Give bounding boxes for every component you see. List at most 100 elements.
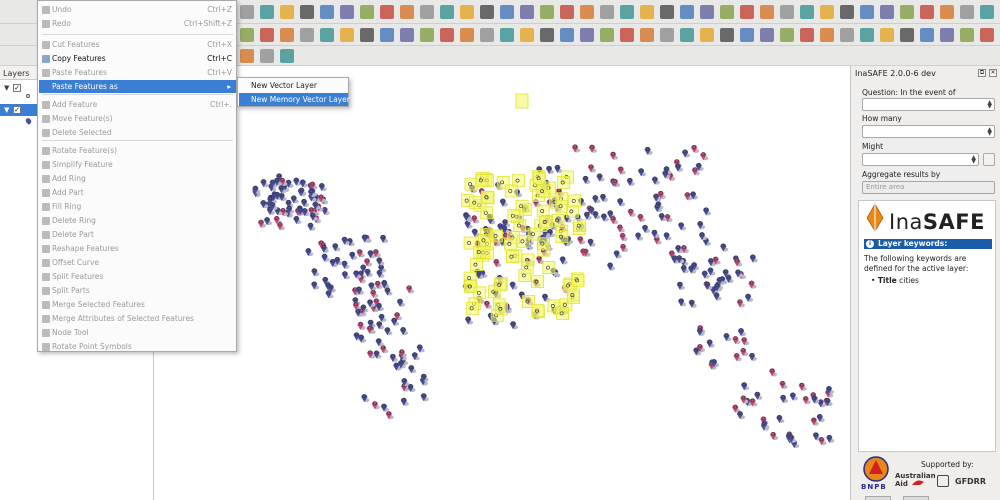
toolbar-tool-icon[interactable] (940, 28, 954, 42)
submenu-item-new-memory-vector-layer[interactable]: New Memory Vector Layer (239, 93, 350, 106)
toolbar-tool-icon[interactable] (620, 28, 634, 42)
toolbar-tool-icon[interactable] (980, 5, 994, 19)
menu-item-simplify-feature[interactable]: Simplify Feature (39, 158, 236, 171)
toolbar-tool-icon[interactable] (920, 5, 934, 19)
toolbar-tool-icon[interactable] (660, 28, 674, 42)
menu-item-move-feature-s[interactable]: Move Feature(s) (39, 112, 236, 125)
toolbar-tool-icon[interactable] (360, 28, 374, 42)
toolbar-tool-icon[interactable] (300, 5, 314, 19)
menu-item-delete-part[interactable]: Delete Part (39, 228, 236, 241)
toolbar-tool-icon[interactable] (960, 5, 974, 19)
expand-arrow-icon[interactable]: ▼ (4, 84, 9, 92)
close-dock-icon[interactable]: ✕ (989, 69, 997, 77)
toolbar-tool-icon[interactable] (900, 5, 914, 19)
toolbar-tool-icon[interactable] (600, 5, 614, 19)
toolbar-tool-icon[interactable] (500, 5, 514, 19)
toolbar-tool-icon[interactable] (560, 28, 574, 42)
hazard-combo[interactable]: ▲ ▼ (862, 98, 995, 111)
toolbar-tool-icon[interactable] (260, 5, 274, 19)
toolbar-tool-icon[interactable] (880, 28, 894, 42)
toolbar-tool-icon[interactable] (640, 28, 654, 42)
toolbar-tool-icon[interactable] (380, 28, 394, 42)
expand-arrow-icon[interactable]: ▼ (4, 106, 9, 114)
toolbar-tool-icon[interactable] (820, 28, 834, 42)
toolbar-tool-icon[interactable] (460, 28, 474, 42)
menu-item-redo[interactable]: Redo Ctrl+Shift+Z (39, 17, 236, 30)
menu-item-merge-attributes-of-selected-features[interactable]: Merge Attributes of Selected Features (39, 312, 236, 325)
toolbar-tool-icon[interactable] (600, 28, 614, 42)
toolbar-tool-icon[interactable] (700, 28, 714, 42)
toolbar-tool-icon[interactable] (320, 5, 334, 19)
toolbar-tool-icon[interactable] (540, 5, 554, 19)
toolbar-tool-icon[interactable] (280, 5, 294, 19)
menu-item-rotate-point-symbols[interactable]: Rotate Point Symbols (39, 340, 236, 353)
menu-item-reshape-features[interactable]: Reshape Features (39, 242, 236, 255)
toolbar-tool-icon[interactable] (300, 28, 314, 42)
toolbar-tool-icon[interactable] (580, 5, 594, 19)
toolbar-tool-icon[interactable] (340, 5, 354, 19)
toolbar-tool-icon[interactable] (480, 5, 494, 19)
toolbar-tool-icon[interactable] (520, 5, 534, 19)
toolbar-tool-icon[interactable] (340, 28, 354, 42)
toolbar-tool-icon[interactable] (700, 5, 714, 19)
exposure-combo[interactable]: ▲ ▼ (862, 125, 995, 138)
toolbar-tool-icon[interactable] (280, 49, 294, 63)
toolbar-tool-icon[interactable] (660, 5, 674, 19)
toolbar-tool-icon[interactable] (980, 28, 994, 42)
toolbar-tool-icon[interactable] (320, 28, 334, 42)
toolbar-tool-icon[interactable] (800, 5, 814, 19)
toolbar-tool-icon[interactable] (680, 28, 694, 42)
float-dock-icon[interactable]: ⧉ (978, 69, 986, 77)
toolbar-tool-icon[interactable] (820, 5, 834, 19)
menu-item-merge-selected-features[interactable]: Merge Selected Features (39, 298, 236, 311)
menu-item-add-part[interactable]: Add Part (39, 186, 236, 199)
menu-item-copy-features[interactable]: Copy Features Ctrl+C (39, 52, 236, 65)
toolbar-tool-icon[interactable] (580, 28, 594, 42)
toolbar-tool-icon[interactable] (780, 28, 794, 42)
aggregation-combo[interactable]: Entire area (862, 181, 995, 194)
toolbar-tool-icon[interactable] (760, 28, 774, 42)
toolbar-tool-icon[interactable] (900, 28, 914, 42)
menu-item-split-parts[interactable]: Split Parts (39, 284, 236, 297)
layer-row-selected[interactable]: ▼ ✓ (0, 104, 40, 116)
toolbar-tool-icon[interactable] (240, 5, 254, 19)
toolbar-tool-icon[interactable] (500, 28, 514, 42)
toolbar-tool-icon[interactable] (800, 28, 814, 42)
menu-item-fill-ring[interactable]: Fill Ring (39, 200, 236, 213)
menu-item-delete-ring[interactable]: Delete Ring (39, 214, 236, 227)
layer-row[interactable]: ▼ ✓ (0, 82, 40, 94)
toolbar-tool-icon[interactable] (780, 5, 794, 19)
toolbar-tool-icon[interactable] (280, 28, 294, 42)
menu-item-split-features[interactable]: Split Features (39, 270, 236, 283)
toolbar-tool-icon[interactable] (680, 5, 694, 19)
toolbar-tool-icon[interactable] (460, 5, 474, 19)
toolbar-tool-icon[interactable] (260, 28, 274, 42)
toolbar-tool-icon[interactable] (760, 5, 774, 19)
help-button[interactable] (865, 496, 891, 500)
submenu-item-new-vector-layer[interactable]: New Vector Layer (239, 79, 348, 92)
toolbar-tool-icon[interactable] (480, 28, 494, 42)
toolbar-tool-icon[interactable] (360, 5, 374, 19)
function-combo[interactable]: ▲ ▼ (862, 153, 979, 166)
toolbar-tool-icon[interactable] (400, 5, 414, 19)
toolbar-tool-icon[interactable] (240, 49, 254, 63)
menu-item-add-ring[interactable]: Add Ring (39, 172, 236, 185)
toolbar-tool-icon[interactable] (740, 5, 754, 19)
layer-visibility-checkbox[interactable]: ✓ (13, 106, 21, 114)
toolbar-tool-icon[interactable] (860, 5, 874, 19)
menu-item-delete-selected[interactable]: Delete Selected (39, 126, 236, 139)
toolbar-tool-icon[interactable] (420, 5, 434, 19)
toolbar-tool-icon[interactable] (380, 5, 394, 19)
toolbar-tool-icon[interactable] (720, 28, 734, 42)
menu-item-paste-features[interactable]: Paste Features Ctrl+V (39, 66, 236, 79)
menu-item-paste-features-as[interactable]: Paste Features as ▸ (39, 80, 236, 93)
toolbar-tool-icon[interactable] (420, 28, 434, 42)
function-options-button[interactable] (983, 153, 995, 166)
toolbar-tool-icon[interactable] (860, 28, 874, 42)
toolbar-tool-icon[interactable] (440, 5, 454, 19)
toolbar-tool-icon[interactable] (260, 49, 274, 63)
toolbar-tool-icon[interactable] (840, 5, 854, 19)
toolbar-tool-icon[interactable] (940, 5, 954, 19)
toolbar-tool-icon[interactable] (520, 28, 534, 42)
run-button[interactable] (903, 496, 929, 500)
